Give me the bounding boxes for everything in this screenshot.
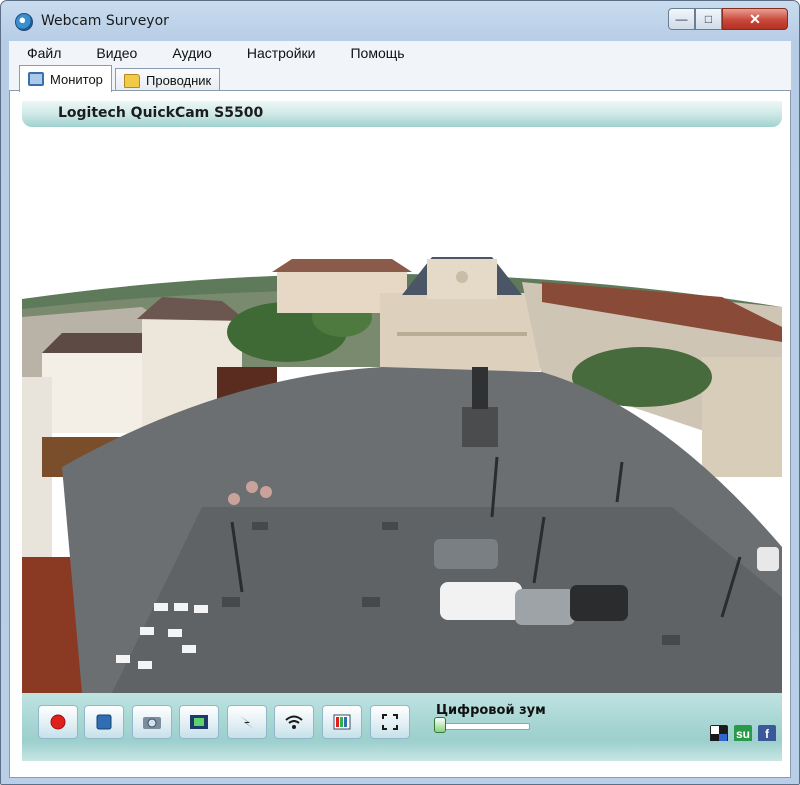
minimize-icon: —	[675, 12, 688, 26]
lightning-icon	[240, 716, 254, 729]
menu-bar: Файл Видео Аудио Настройки Помощь	[9, 41, 791, 65]
menu-settings[interactable]: Настройки	[228, 45, 332, 61]
menu-video[interactable]: Видео	[77, 45, 153, 61]
monitor-icon	[28, 72, 44, 86]
minimize-button[interactable]: —	[668, 8, 695, 30]
broadcast-button[interactable]	[274, 705, 314, 739]
tab-explorer[interactable]: Проводник	[115, 68, 221, 92]
window-title: Webcam Surveyor	[41, 13, 169, 29]
menu-help[interactable]: Помощь	[331, 45, 420, 61]
zoom-slider-track[interactable]	[442, 723, 530, 730]
facebook-glyph: f	[765, 727, 769, 741]
video-capture-button[interactable]	[179, 705, 219, 739]
motion-detect-button[interactable]	[227, 705, 267, 739]
folder-icon	[124, 73, 140, 88]
digital-zoom-label: Цифровой зум	[436, 703, 546, 718]
title-bar[interactable]: Webcam Surveyor — □ ✕	[1, 1, 799, 37]
close-button[interactable]: ✕	[722, 8, 788, 30]
zoom-slider-thumb[interactable]	[434, 717, 446, 733]
monitor-panel: Logitech QuickCam S5500 Цифровой зум su …	[9, 90, 791, 778]
fullscreen-icon	[382, 714, 398, 730]
bottom-strip	[22, 741, 782, 761]
snapshot-button[interactable]	[132, 705, 172, 739]
camera-name: Logitech QuickCam S5500	[58, 105, 264, 121]
tab-monitor[interactable]: Монитор	[19, 65, 112, 92]
camera-header: Logitech QuickCam S5500	[22, 101, 782, 127]
maximize-icon: □	[704, 12, 713, 26]
color-settings-button[interactable]	[322, 705, 362, 739]
wifi-icon	[285, 715, 303, 729]
control-bar: Цифровой зум su f	[22, 693, 782, 743]
delicious-squares	[711, 726, 727, 742]
camera-icon	[143, 717, 161, 729]
tab-bar: Монитор Проводник	[9, 65, 791, 92]
tab-explorer-label: Проводник	[146, 73, 212, 88]
record-button[interactable]	[38, 705, 78, 739]
town-square-scene	[22, 127, 782, 693]
stumbleupon-glyph: su	[735, 727, 750, 741]
app-window: Webcam Surveyor — □ ✕ Файл Видео Аудио Н…	[0, 0, 800, 785]
stop-icon	[96, 714, 112, 730]
record-icon	[50, 714, 66, 730]
film-icon	[190, 715, 208, 729]
fullscreen-button[interactable]	[370, 705, 410, 739]
menu-file[interactable]: Файл	[9, 45, 77, 61]
app-icon	[15, 13, 33, 31]
tab-monitor-label: Монитор	[50, 71, 103, 87]
close-icon: ✕	[749, 10, 761, 27]
webcam-video-feed[interactable]	[22, 127, 782, 693]
color-bars-icon	[333, 714, 351, 730]
stop-button[interactable]	[84, 705, 124, 739]
maximize-button[interactable]: □	[695, 8, 722, 30]
menu-audio[interactable]: Аудио	[153, 45, 228, 61]
